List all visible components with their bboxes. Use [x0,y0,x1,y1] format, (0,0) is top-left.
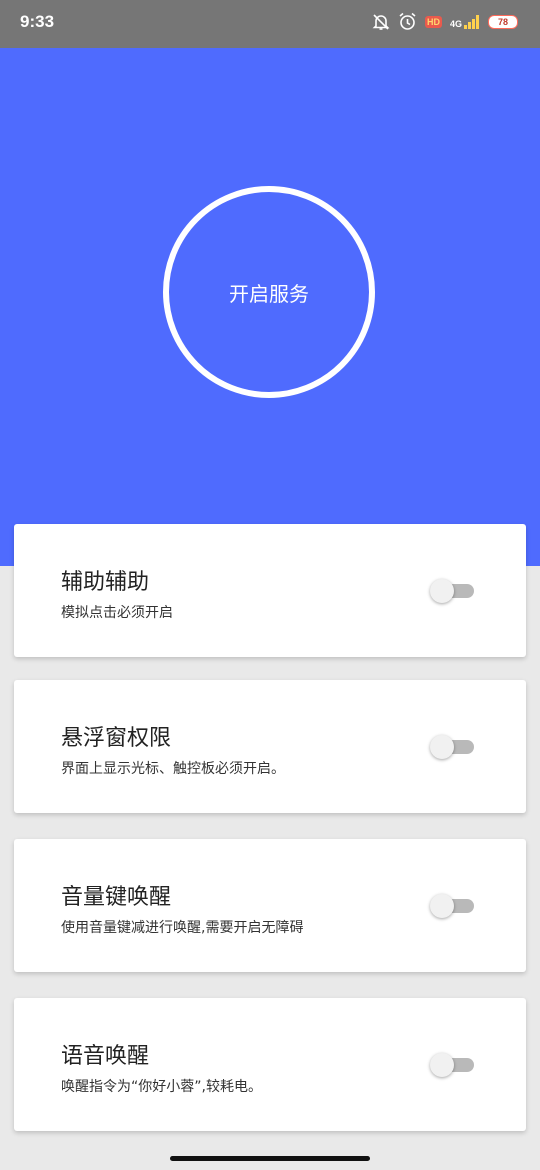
setting-description: 使用音量键减进行唤醒,需要开启无障碍 [61,920,304,936]
status-icons: HD 4G 78 [372,12,518,31]
hero-banner: 开启服务 [0,48,540,566]
hd-icon: HD [424,15,442,28]
setting-card-accessibility: 辅助辅助 模拟点击必须开启 [14,524,526,657]
home-indicator[interactable] [170,1156,370,1161]
network-label: 4G [449,18,462,29]
toggle-thumb [430,894,454,918]
battery-level: 78 [497,16,508,27]
toggle-thumb [430,1053,454,1077]
setting-title: 音量键唤醒 [61,885,172,910]
setting-title: 语音唤醒 [61,1044,150,1069]
setting-description: 模拟点击必须开启 [61,605,173,621]
setting-title: 辅助辅助 [61,570,150,595]
setting-card-overlay: 悬浮窗权限 界面上显示光标、触控板必须开启。 [14,680,526,813]
start-service-label: 开启服务 [229,281,309,306]
bell-off-icon [372,13,390,31]
setting-title: 悬浮窗权限 [61,726,172,751]
start-service-button[interactable]: 开启服务 [163,186,375,398]
volume-wake-toggle[interactable] [430,892,476,918]
overlay-permission-toggle[interactable] [430,733,476,759]
battery-icon: 78 [488,14,518,29]
signal-icon: 4G [449,14,480,29]
setting-card-volume-wake: 音量键唤醒 使用音量键减进行唤醒,需要开启无障碍 [14,839,526,972]
setting-description: 界面上显示光标、触控板必须开启。 [61,761,285,777]
alarm-icon [398,12,417,31]
setting-card-voice-wake: 语音唤醒 唤醒指令为“你好小蓉”,较耗电。 [14,998,526,1131]
toggle-thumb [430,579,454,603]
status-bar: 9:33 HD 4G 78 [0,0,540,48]
accessibility-toggle[interactable] [430,577,476,603]
toggle-thumb [430,735,454,759]
setting-description: 唤醒指令为“你好小蓉”,较耗电。 [61,1079,262,1095]
voice-wake-toggle[interactable] [430,1051,476,1077]
status-time: 9:33 [20,12,55,31]
